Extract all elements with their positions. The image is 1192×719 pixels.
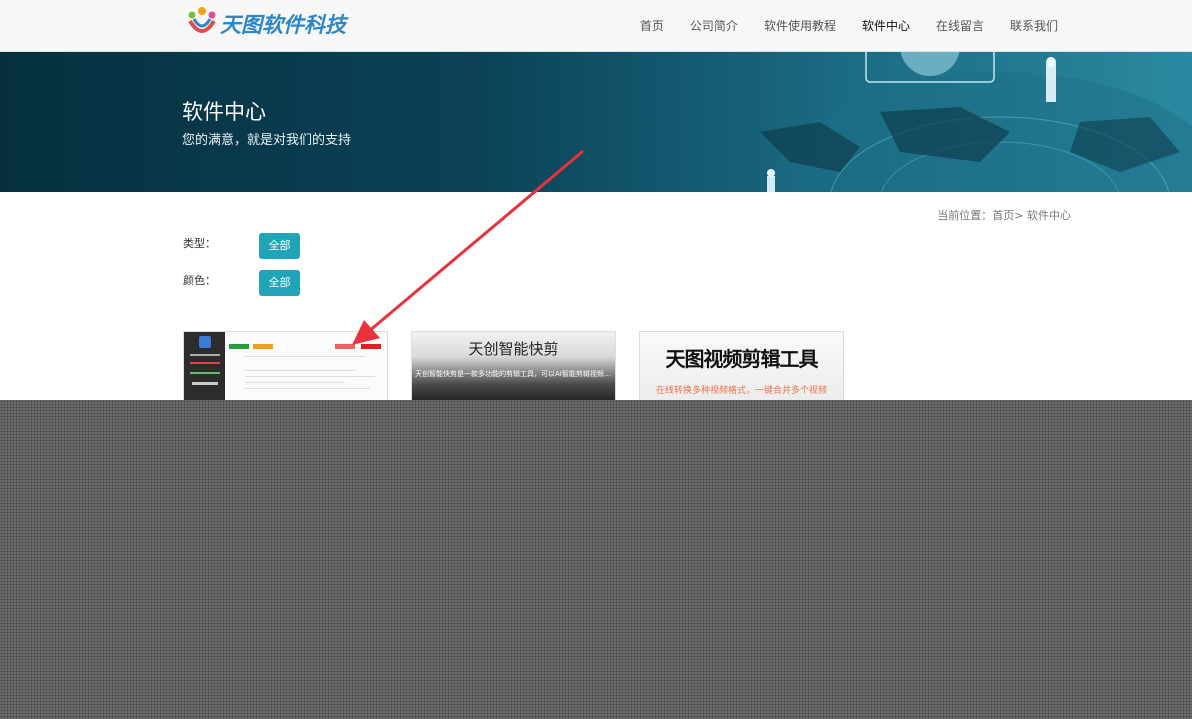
product-card-desc: 天创智能快剪是一款多功能的剪辑工具，可以AI智能剪辑视频… (415, 370, 611, 378)
page-banner: 软件中心 您的满意，就是对我们的支持 (0, 52, 1192, 192)
nav-item-message[interactable]: 在线留言 (936, 17, 984, 34)
nav-item-about[interactable]: 公司简介 (690, 17, 738, 34)
breadcrumb: 当前位置：首页> 软件中心 (937, 209, 1071, 222)
product-card-1[interactable] (183, 331, 388, 403)
filter-color-label: 颜色： (183, 274, 216, 287)
nav-item-contact[interactable]: 联系我们 (1010, 17, 1058, 34)
filter-type-all-button[interactable]: 全部 (259, 233, 300, 259)
product-card-title: 天创智能快剪 (468, 340, 559, 358)
product-card-desc: 在线转换多种视频格式，一键合并多个视频 (655, 386, 827, 396)
people-logo-icon (186, 5, 218, 43)
product-card-2[interactable]: 天创智能快剪 天创智能快剪是一款多功能的剪辑工具，可以AI智能剪辑视频… (411, 331, 616, 403)
logo-text: 天图软件科技 (220, 13, 346, 37)
site-logo[interactable]: 天图软件科技 (186, 4, 346, 44)
product-card-title: 天图视频剪辑工具 (665, 347, 819, 371)
filter-color-all-button[interactable]: 全部 (259, 270, 300, 296)
filter-type-label: 类型： (183, 237, 216, 250)
main-nav: 首页 公司简介 软件使用教程 软件中心 在线留言 联系我们 (614, 0, 1058, 51)
nav-item-software-center[interactable]: 软件中心 (862, 17, 910, 34)
banner-globe-graphic (760, 52, 1192, 192)
site-header: 天图软件科技 首页 公司简介 软件使用教程 软件中心 在线留言 联系我们 (0, 0, 1192, 52)
banner-title: 软件中心 (182, 100, 266, 124)
nav-item-home[interactable]: 首页 (640, 17, 664, 34)
product-card-3[interactable]: 天图视频剪辑工具 在线转换多种视频格式，一键合并多个视频 (639, 331, 844, 403)
nav-item-tutorial[interactable]: 软件使用教程 (764, 17, 836, 34)
product-thumbnail-screenshot (225, 332, 387, 402)
product-thumbnail-sidebar (184, 332, 225, 402)
banner-subtitle: 您的满意，就是对我们的支持 (182, 133, 352, 148)
loading-overlay (0, 400, 1192, 719)
app-icon (199, 336, 211, 348)
